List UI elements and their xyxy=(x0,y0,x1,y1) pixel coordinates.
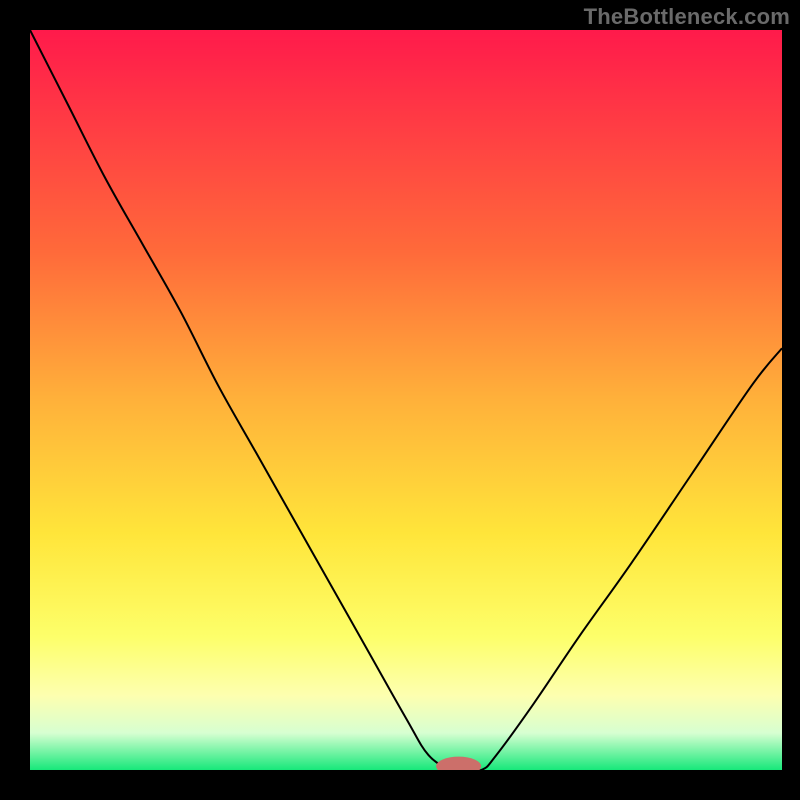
chart-frame: TheBottleneck.com xyxy=(0,0,800,800)
watermark-text: TheBottleneck.com xyxy=(584,4,790,30)
plot-area xyxy=(30,30,782,770)
chart-background xyxy=(30,30,782,770)
chart-svg xyxy=(30,30,782,770)
